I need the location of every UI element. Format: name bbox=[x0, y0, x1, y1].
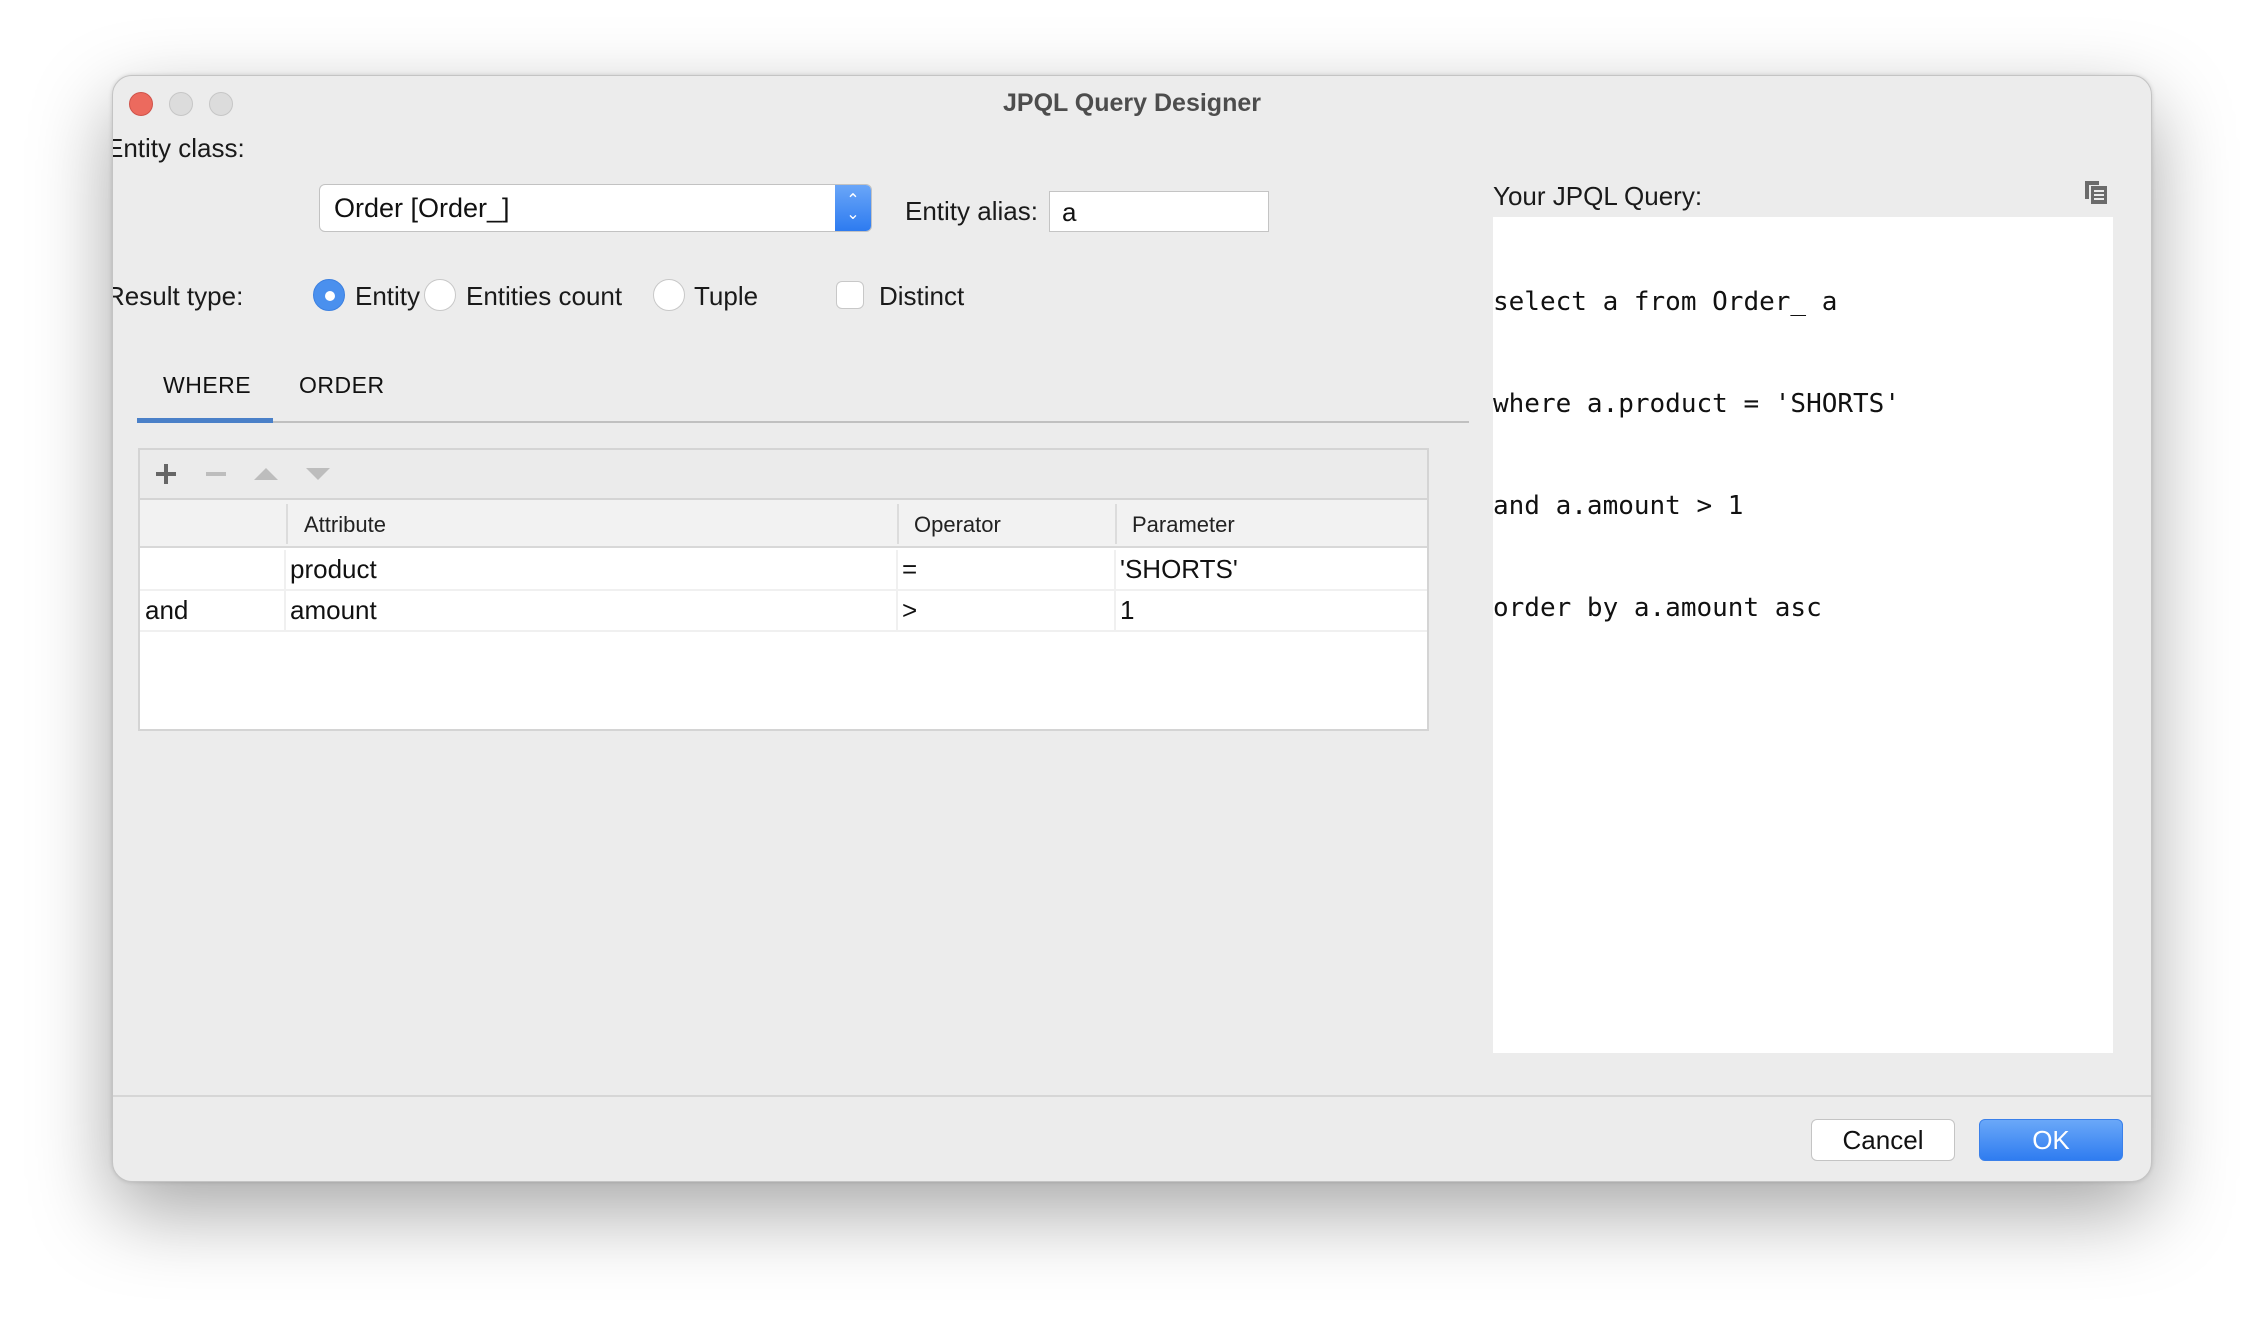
column-header-attribute[interactable]: Attribute bbox=[304, 500, 386, 548]
entity-class-label: Entity class: bbox=[112, 133, 245, 163]
entity-alias-input[interactable]: a bbox=[1049, 191, 1269, 232]
entity-class-value: Order [Order_] bbox=[334, 193, 510, 223]
cell-divider bbox=[1114, 550, 1116, 591]
column-divider[interactable] bbox=[897, 504, 899, 544]
cell-attribute[interactable]: product bbox=[290, 554, 377, 585]
window-title: JPQL Query Designer bbox=[1003, 89, 1261, 117]
minus-icon[interactable] bbox=[200, 458, 232, 490]
column-header-connector[interactable] bbox=[140, 500, 286, 548]
query-line: where a.product = 'SHORTS' bbox=[1493, 389, 1900, 419]
select-stepper-icon[interactable]: ⌃ ⌄ bbox=[835, 185, 871, 231]
cell-divider bbox=[284, 550, 286, 591]
distinct-label[interactable]: Distinct bbox=[879, 281, 964, 312]
table-header: Attribute Operator Parameter bbox=[140, 500, 1427, 548]
ok-button[interactable]: OK bbox=[1979, 1119, 2123, 1161]
result-type-entities-count-label[interactable]: Entities count bbox=[466, 281, 622, 312]
result-type-entities-count-radio[interactable] bbox=[424, 279, 456, 311]
column-divider[interactable] bbox=[286, 504, 288, 544]
copy-icon[interactable] bbox=[2083, 179, 2109, 205]
table-toolbar bbox=[140, 450, 1427, 500]
cell-parameter[interactable]: 1 bbox=[1120, 595, 1134, 626]
cell-operator[interactable]: > bbox=[902, 595, 917, 626]
tab-where[interactable]: WHERE bbox=[163, 372, 251, 399]
entity-class-select[interactable]: Order [Order_] ⌃ ⌄ bbox=[319, 184, 872, 232]
move-up-icon[interactable] bbox=[250, 458, 282, 490]
tab-order[interactable]: ORDER bbox=[299, 372, 385, 399]
distinct-checkbox[interactable] bbox=[836, 281, 864, 309]
query-line: and a.amount > 1 bbox=[1493, 491, 1744, 521]
query-label: Your JPQL Query: bbox=[1493, 181, 1703, 211]
query-line: order by a.amount asc bbox=[1493, 593, 1822, 623]
result-type-tuple-label[interactable]: Tuple bbox=[694, 281, 758, 312]
table-row[interactable]: product = 'SHORTS' bbox=[140, 550, 1427, 591]
move-down-icon[interactable] bbox=[302, 458, 334, 490]
cell-divider bbox=[284, 591, 286, 632]
cell-operator[interactable]: = bbox=[902, 554, 917, 585]
result-type-label: Result type: bbox=[112, 281, 244, 311]
cell-connector[interactable]: and bbox=[145, 595, 188, 626]
column-header-parameter[interactable]: Parameter bbox=[1132, 500, 1235, 548]
column-header-operator[interactable]: Operator bbox=[914, 500, 1001, 548]
cancel-button[interactable]: Cancel bbox=[1811, 1119, 1955, 1161]
entity-alias-label: Entity alias: bbox=[905, 196, 1038, 226]
cell-attribute[interactable]: amount bbox=[290, 595, 377, 626]
jpql-query-designer-dialog: JPQL Query Designer Entity class: Order … bbox=[112, 75, 2152, 1182]
active-tab-indicator bbox=[137, 418, 273, 423]
table-row[interactable]: and amount > 1 bbox=[140, 591, 1427, 632]
cell-divider bbox=[896, 591, 898, 632]
result-type-tuple-radio[interactable] bbox=[653, 279, 685, 311]
result-type-entity-radio[interactable] bbox=[313, 279, 345, 311]
query-text-area[interactable]: select a from Order_ a where a.product =… bbox=[1493, 217, 2113, 1053]
cell-parameter[interactable]: 'SHORTS' bbox=[1120, 554, 1238, 585]
cell-divider bbox=[896, 550, 898, 591]
column-divider[interactable] bbox=[1115, 504, 1117, 544]
result-type-entity-label[interactable]: Entity bbox=[355, 281, 420, 312]
plus-icon[interactable] bbox=[150, 458, 182, 490]
tab-separator bbox=[273, 421, 1469, 423]
query-line: select a from Order_ a bbox=[1493, 287, 1838, 317]
conditions-table: Attribute Operator Parameter product = '… bbox=[138, 448, 1429, 731]
footer-divider bbox=[113, 1095, 2151, 1097]
cell-divider bbox=[1114, 591, 1116, 632]
